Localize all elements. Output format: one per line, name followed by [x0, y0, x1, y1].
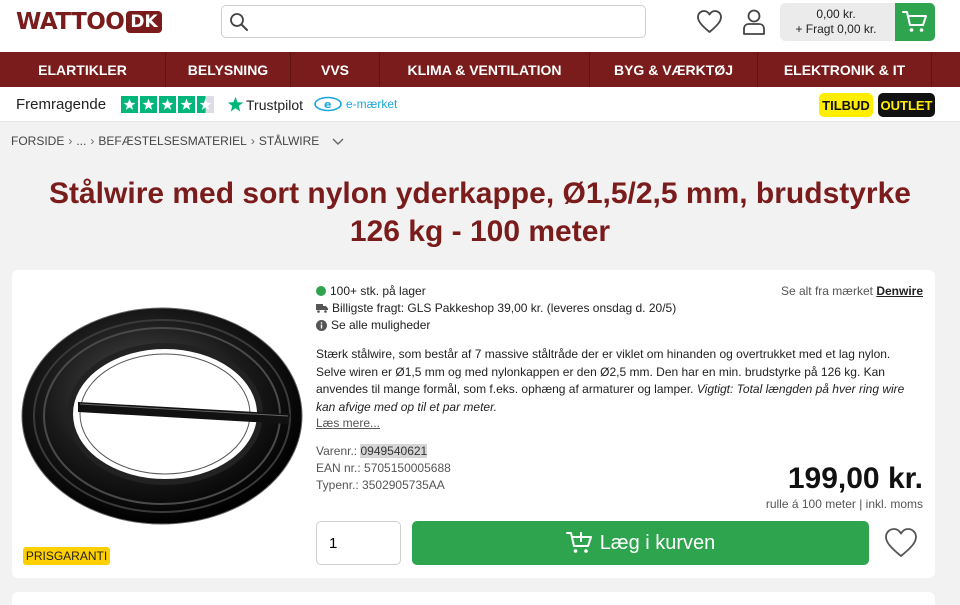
- brand-prefix: Se alt fra mærket: [780, 284, 873, 298]
- product-price: 199,00 kr.: [787, 462, 923, 495]
- cart-freight: + Fragt 0,00 kr.: [795, 22, 877, 36]
- typenr-row: Typenr.: 3502905735AA: [316, 478, 445, 492]
- trustpilot-logo[interactable]: Trustpilot: [227, 96, 303, 113]
- freight-info: Billigste fragt: GLS Pakkeshop 39,00 kr.…: [316, 301, 676, 315]
- logo-text: WATTOO: [16, 9, 125, 35]
- star-icon: [121, 96, 138, 113]
- tilbud-badge[interactable]: TILBUD: [819, 93, 873, 117]
- options-link[interactable]: Se alle muligheder: [316, 318, 430, 332]
- cart-button[interactable]: [895, 3, 935, 41]
- varenr-value: 0949540621: [360, 444, 428, 458]
- nav-item-belysning[interactable]: BELYSNING: [166, 52, 291, 87]
- logo[interactable]: WATTOO DK: [16, 9, 162, 35]
- breadcrumb-separator: ›: [68, 134, 73, 148]
- brand-link: Se alt fra mærket Denwire: [781, 284, 923, 298]
- stock-text: 100+ stk. på lager: [330, 284, 426, 298]
- add-to-cart-button[interactable]: Læg i kurven: [412, 521, 869, 565]
- breadcrumb-separator: ›: [90, 134, 95, 148]
- breadcrumb-item-ellipsis[interactable]: ...: [76, 134, 86, 148]
- stock-status: 100+ stk. på lager: [316, 284, 426, 298]
- search-box[interactable]: [221, 5, 646, 38]
- breadcrumb: FORSIDE › ... › BEFÆSTELSESMATERIEL › ST…: [11, 134, 345, 148]
- breadcrumb-item-category[interactable]: BEFÆSTELSESMATERIEL: [98, 134, 246, 148]
- info-icon: [316, 319, 327, 331]
- emark-logo[interactable]: e e-mærket: [313, 96, 397, 112]
- nav-item-elartikler[interactable]: ELARTIKLER: [0, 52, 166, 87]
- ean-value: 5705150005688: [364, 461, 451, 475]
- main-nav: ELARTIKLER BELYSNING VVS KLIMA & VENTILA…: [0, 52, 960, 87]
- read-more-link[interactable]: Læs mere...: [316, 416, 380, 430]
- site-header: WATTOO DK 0,00 kr. + Fragt 0,00 kr.: [0, 0, 960, 52]
- cart-total: 0,00 kr.: [816, 7, 856, 21]
- breadcrumb-item-forside[interactable]: FORSIDE: [11, 134, 64, 148]
- trustpilot-star-icon: [227, 96, 244, 112]
- varenr-row: Varenr.: 0949540621: [316, 444, 428, 458]
- truck-icon: [316, 304, 328, 313]
- varenr-label: Varenr.:: [316, 444, 358, 458]
- cart-icon: [902, 11, 927, 32]
- search-icon[interactable]: [229, 12, 249, 32]
- prisgaranti-badge[interactable]: PRISGARANTI: [23, 547, 110, 565]
- brand-name-link[interactable]: Denwire: [876, 284, 923, 298]
- nav-overflow: [932, 52, 960, 87]
- typenr-value: 3502905735AA: [362, 478, 445, 492]
- options-text[interactable]: Se alle muligheder: [331, 318, 430, 332]
- svg-text:e: e: [324, 98, 331, 111]
- rating-label: Fremragende: [16, 96, 107, 113]
- ean-row: EAN nr.: 5705150005688: [316, 461, 451, 475]
- page-title: Stålwire med sort nylon yderkappe, Ø1,5/…: [49, 177, 911, 248]
- outlet-badge[interactable]: OUTLET: [878, 93, 935, 117]
- nav-item-klima-ventilation[interactable]: KLIMA & VENTILATION: [380, 52, 590, 87]
- nav-item-vvs[interactable]: VVS: [291, 52, 380, 87]
- half-star-icon: [197, 96, 214, 113]
- product-image[interactable]: [20, 286, 310, 531]
- quantity-input[interactable]: [316, 521, 401, 565]
- product-description: Stærk stålwire, som består af 7 massive …: [316, 346, 916, 416]
- add-to-wishlist-heart-icon[interactable]: [884, 527, 918, 559]
- trustpilot-label: Trustpilot: [246, 96, 304, 113]
- search-input[interactable]: [256, 10, 636, 34]
- cart-plus-icon: [565, 532, 592, 553]
- price-note: rulle á 100 meter | inkl. moms: [765, 497, 923, 511]
- ean-label: EAN nr.:: [316, 461, 361, 475]
- user-account-icon[interactable]: [741, 8, 767, 36]
- typenr-label: Typenr.:: [316, 478, 359, 492]
- star-icon: [178, 96, 195, 113]
- mini-cart[interactable]: 0,00 kr. + Fragt 0,00 kr.: [780, 3, 935, 41]
- star-icon: [159, 96, 176, 113]
- breadcrumb-separator: ›: [250, 134, 255, 148]
- cart-summary[interactable]: 0,00 kr. + Fragt 0,00 kr.: [780, 7, 892, 37]
- in-stock-dot-icon: [316, 286, 326, 296]
- breadcrumb-item-current: STÅLWIRE: [258, 134, 320, 148]
- logo-suffix: DK: [126, 11, 162, 33]
- add-to-cart-label: Læg i kurven: [599, 531, 716, 554]
- next-section-card: [12, 592, 935, 605]
- star-icon: [140, 96, 157, 113]
- freight-text: Billigste fragt: GLS Pakkeshop 39,00 kr.…: [332, 301, 677, 315]
- chevron-down-icon[interactable]: [331, 136, 345, 146]
- wishlist-heart-icon[interactable]: [696, 9, 723, 35]
- nav-item-elektronik-it[interactable]: ELEKTRONIK & IT: [758, 52, 932, 87]
- nav-item-byg-vaerktoej[interactable]: BYG & VÆRKTØJ: [590, 52, 758, 87]
- emark-label: e-mærket: [346, 97, 398, 111]
- emark-icon: e: [314, 96, 342, 112]
